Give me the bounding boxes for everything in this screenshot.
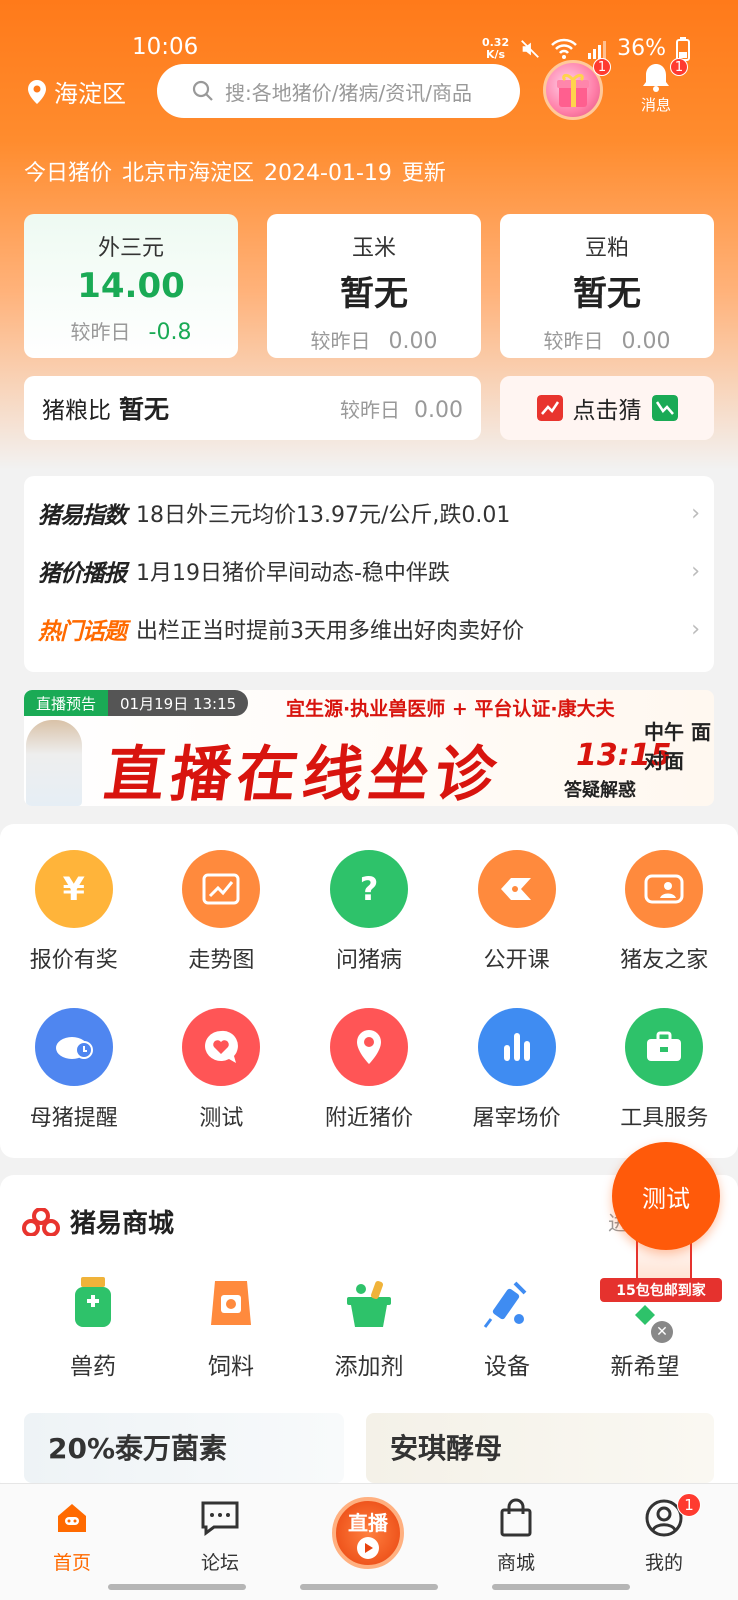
network-speed: 0.32 K/s [481,35,510,61]
nav-gesture-bar-center [300,1584,438,1590]
sow-reminder-icon [34,1008,113,1086]
tab-shop[interactable]: 商城 [471,1496,561,1575]
search-input[interactable]: 搜:各地猪价/猪病/资讯/商品 [157,64,520,118]
promo-card[interactable]: 20%泰万菌素 [24,1413,344,1483]
price-card-waisanyuan[interactable]: 外三元 14.00 较昨日 -0.8 [24,214,238,358]
medicine-bottle-icon [75,1277,111,1327]
function-grid: ¥ 报价有奖 走势图 ? 问猪病 公开课 猪友之家 母猪提醒 测试 附近猪价 屠宰场… [0,824,738,1158]
ad-text: 15包包邮到家 [600,1278,722,1302]
live-preview-tag: 直播预告 01月19日 13:15 [24,690,249,716]
ad-close-icon[interactable]: ✕ [651,1321,673,1343]
banner-side-text: 中午 面对面 [644,720,711,773]
grid-item-friends-home[interactable]: 猪友之家 [590,850,738,1008]
news-list: 猪易指数 18日外三元均价13.97元/公斤,跌0.01 › 猪价播报 1月19日猪价… [24,476,714,672]
news-item[interactable]: 热门话题 出栏正当时提前3天用多维出好肉卖好价 › [38,600,700,658]
mall-title: 猪易商城 [22,1203,174,1240]
location-selector[interactable]: 海淀区 [26,74,126,109]
banner-headline: 直播在线坐诊 [100,740,507,806]
question-icon: ? [329,850,408,928]
syringe-icon [483,1281,527,1328]
grid-item-test[interactable]: 测试 [148,1008,296,1166]
search-placeholder: 搜:各地猪价/猪病/资讯/商品 [225,80,472,105]
chevron-right-icon: › [691,558,700,584]
trend-down-icon [651,395,678,421]
price-change: 0.00 [621,329,671,354]
battery-icon [676,36,690,61]
battery-percent: 36% [617,36,666,61]
shop-bag-icon [500,1498,532,1537]
price-value: 14.00 [77,266,185,306]
price-header: 今日猪价 北京市海淀区 2024-01-19 更新 [24,161,446,186]
grid-item-nearby-price[interactable]: 附近猪价 [295,1008,443,1166]
location-pin-icon [28,79,46,104]
basket-icon [347,1281,391,1327]
heart-chat-icon [182,1008,261,1086]
tab-live[interactable]: 直播 [332,1497,404,1569]
grid-item-open-class[interactable]: 公开课 [443,850,591,1008]
price-change: -0.8 [148,320,192,345]
tab-forum[interactable]: 论坛 [175,1496,265,1575]
promo-card[interactable]: 安琪酵母 [366,1413,714,1483]
mall-item-veterinary-drugs[interactable]: 兽药 [24,1275,162,1381]
price-change: 0.00 [388,329,438,354]
price-value: 暂无 [573,274,641,314]
grid-item-sow-reminder[interactable]: 母猪提醒 [0,1008,148,1166]
mall-item-equipment[interactable]: 设备 [438,1275,576,1381]
banner-subtitle: 宜生源·执业兽医师 + 平台认证·康大夫 [286,698,615,720]
gift-icon [557,73,589,107]
toolbox-icon [625,1008,704,1086]
location-pin-icon [329,1008,408,1086]
message-badge: 1 [670,58,688,76]
home-icon [58,1504,86,1532]
news-item[interactable]: 猪易指数 18日外三元均价13.97元/公斤,跌0.01 › [38,484,700,542]
gift-badge: 1 [593,58,611,76]
news-item[interactable]: 猪价播报 1月19日猪价早间动态-稳中伴跌 › [38,542,700,600]
class-icon [477,850,556,928]
location-label: 海淀区 [54,80,126,108]
grid-item-quote-reward[interactable]: ¥ 报价有奖 [0,850,148,1008]
doctor-avatar [26,720,82,806]
banner-side-text-2: 答疑解惑 [564,780,636,801]
profile-badge: 1 [677,1493,701,1517]
feed-bag-icon [211,1281,251,1325]
price-value: 暂无 [340,274,408,314]
grid-item-slaughterhouse-price[interactable]: 屠宰场价 [443,1008,591,1166]
wifi-icon [551,38,577,59]
mute-icon [521,39,539,58]
message-label: 消息 [640,96,671,114]
mall-item-additives[interactable]: 添加剂 [300,1275,438,1381]
bell-icon [643,64,669,92]
live-banner[interactable]: 直播预告 01月19日 13:15 宜生源·执业兽医师 + 平台认证·康大夫 直播… [24,690,714,806]
friends-icon [625,850,704,928]
search-icon [192,80,213,101]
price-card-soybean-meal[interactable]: 豆粕 暂无 较昨日 0.00 [500,214,714,358]
nav-gesture-bar-left [108,1584,246,1590]
trend-icon [182,850,261,928]
yen-icon: ¥ [34,850,113,928]
pig-grain-ratio[interactable]: 猪粮比 暂无 较昨日 0.00 [24,376,481,440]
forum-icon [201,1501,239,1536]
status-time: 10:06 [132,34,199,60]
mall-item-feed[interactable]: 饲料 [162,1275,300,1381]
live-icon [357,1537,379,1559]
price-card-corn[interactable]: 玉米 暂无 较昨日 0.00 [267,214,481,358]
mall-logo-icon [22,1207,60,1236]
nav-gesture-bar-right [492,1584,630,1590]
chevron-right-icon: › [691,616,700,642]
guess-button[interactable]: 点击猜 [500,376,714,440]
signal-icon [588,40,607,59]
status-icons: 0.32 K/s 36% [482,36,690,61]
trend-up-icon [536,395,563,421]
chevron-right-icon: › [691,500,700,526]
bar-chart-icon [477,1008,556,1086]
grid-item-trend-chart[interactable]: 走势图 [148,850,296,1008]
grid-item-ask-disease[interactable]: ? 问猪病 [295,850,443,1008]
tab-home[interactable]: 首页 [27,1496,117,1575]
test-float-button[interactable]: 测试 [612,1142,720,1250]
